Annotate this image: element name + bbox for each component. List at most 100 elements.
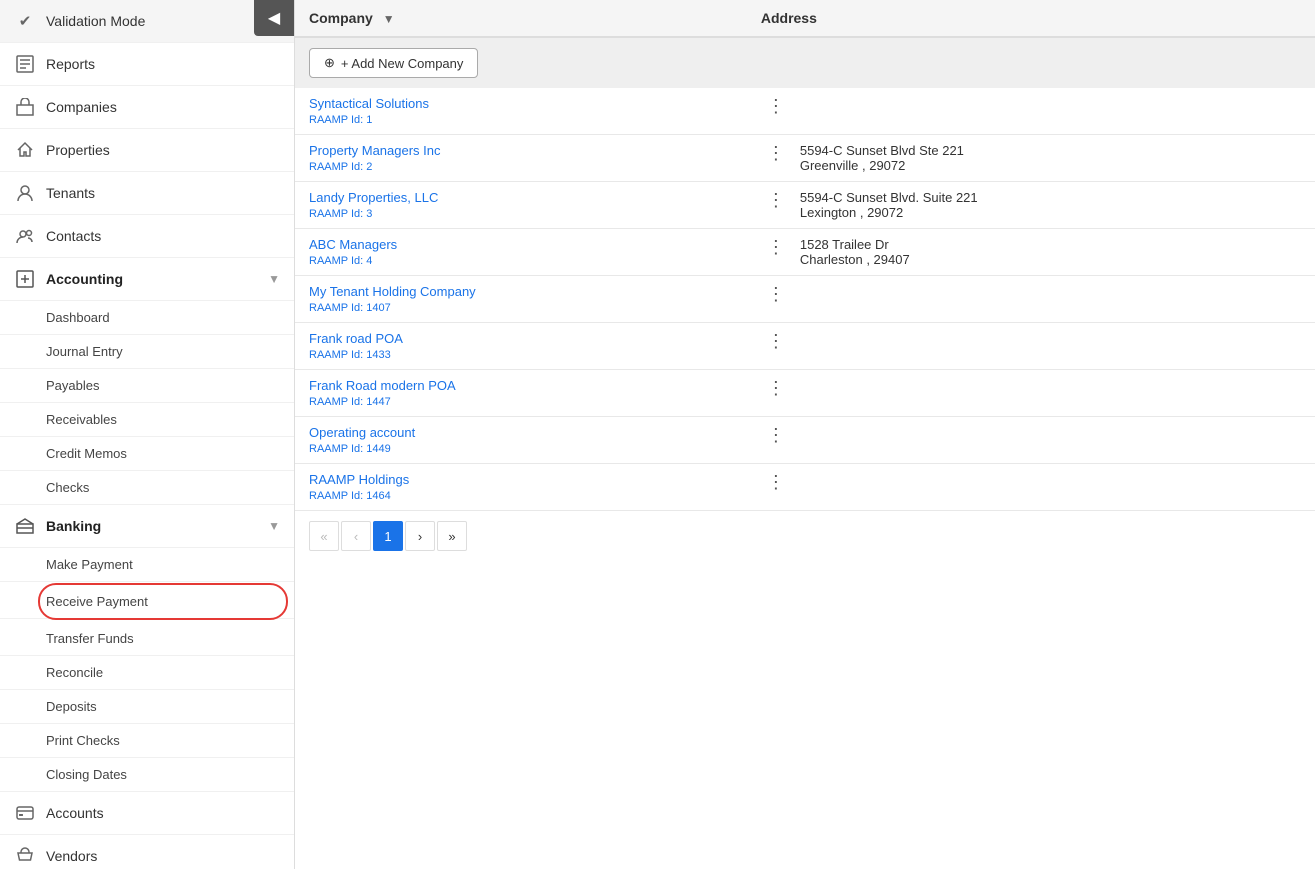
sidebar-item-journal-entry[interactable]: Journal Entry xyxy=(0,335,294,369)
row-menu-button[interactable]: ⋮ xyxy=(761,378,792,398)
vendors-icon xyxy=(14,845,36,867)
sidebar-item-receive-payment[interactable]: Receive Payment xyxy=(0,585,294,619)
properties-icon xyxy=(14,139,36,161)
table-row: Frank road POA RAAMP Id: 1433 ⋮ xyxy=(295,323,1315,370)
company-name[interactable]: Frank road POA xyxy=(309,331,403,346)
sidebar-label-make-payment: Make Payment xyxy=(46,557,133,572)
pagination-page-1[interactable]: 1 xyxy=(373,521,403,551)
tenants-icon xyxy=(14,182,36,204)
reports-icon xyxy=(14,53,36,75)
pagination-first[interactable]: « xyxy=(309,521,339,551)
sidebar-item-reconcile[interactable]: Reconcile xyxy=(0,656,294,690)
row-menu-button[interactable]: ⋮ xyxy=(761,425,792,445)
company-name[interactable]: Frank Road modern POA xyxy=(309,378,456,393)
sidebar-item-print-checks[interactable]: Print Checks xyxy=(0,724,294,758)
sidebar-label-reconcile: Reconcile xyxy=(46,665,103,680)
companies-icon xyxy=(14,96,36,118)
sidebar-label-companies: Companies xyxy=(46,99,280,115)
table-row: ABC Managers RAAMP Id: 4 ⋮ 1528 Trailee … xyxy=(295,229,1315,276)
raamp-id: RAAMP Id: 1447 xyxy=(309,396,391,408)
sidebar-label-payables: Payables xyxy=(46,378,99,393)
pagination-prev[interactable]: ‹ xyxy=(341,521,371,551)
banking-chevron: ▼ xyxy=(268,519,280,533)
sidebar-item-payables[interactable]: Payables xyxy=(0,369,294,403)
raamp-id: RAAMP Id: 1 xyxy=(309,114,372,126)
accounts-icon xyxy=(14,802,36,824)
accounting-chevron: ▼ xyxy=(268,272,280,286)
table-row: My Tenant Holding Company RAAMP Id: 1407… xyxy=(295,276,1315,323)
company-name[interactable]: ABC Managers xyxy=(309,237,397,252)
table-row: Operating account RAAMP Id: 1449 ⋮ xyxy=(295,417,1315,464)
company-name[interactable]: Landy Properties, LLC xyxy=(309,190,438,205)
plus-icon: ⊕ xyxy=(324,55,335,71)
raamp-id: RAAMP Id: 2 xyxy=(309,161,372,173)
sidebar-item-properties[interactable]: Properties xyxy=(0,129,294,172)
sidebar-label-contacts: Contacts xyxy=(46,228,280,244)
company-name[interactable]: RAAMP Holdings xyxy=(309,472,409,487)
row-menu-button[interactable]: ⋮ xyxy=(761,190,792,211)
sidebar-item-reports[interactable]: Reports xyxy=(0,43,294,86)
companies-table: Company ▼ Address ⊕ + Add New Company xyxy=(295,0,1315,561)
main-content: Company ▼ Address ⊕ + Add New Company xyxy=(295,0,1315,869)
sidebar-item-credit-memos[interactable]: Credit Memos xyxy=(0,437,294,471)
accounting-icon xyxy=(14,268,36,290)
sidebar: ◀ ✔ Validation Mode Reports Companies Pr… xyxy=(0,0,295,869)
pagination-next[interactable]: › xyxy=(405,521,435,551)
raamp-id: RAAMP Id: 1464 xyxy=(309,490,391,502)
add-new-company-button[interactable]: ⊕ + Add New Company xyxy=(309,48,478,78)
raamp-id: RAAMP Id: 1433 xyxy=(309,349,391,361)
raamp-id: RAAMP Id: 4 xyxy=(309,255,372,267)
sidebar-item-receivables[interactable]: Receivables xyxy=(0,403,294,437)
sidebar-label-checks: Checks xyxy=(46,480,89,495)
sidebar-label-receive-payment: Receive Payment xyxy=(46,594,148,609)
table-row: Frank Road modern POA RAAMP Id: 1447 ⋮ xyxy=(295,370,1315,417)
company-name[interactable]: Syntactical Solutions xyxy=(309,96,429,111)
sidebar-label-properties: Properties xyxy=(46,142,280,158)
sidebar-item-accounts[interactable]: Accounts xyxy=(0,792,294,835)
sidebar-item-make-payment[interactable]: Make Payment xyxy=(0,548,294,582)
sidebar-item-deposits[interactable]: Deposits xyxy=(0,690,294,724)
sidebar-label-accounting: Accounting xyxy=(46,271,268,287)
sidebar-label-vendors: Vendors xyxy=(46,848,280,864)
address: 1528 Trailee Dr Charleston , 29407 xyxy=(800,237,910,267)
row-menu-button[interactable]: ⋮ xyxy=(761,331,792,351)
sidebar-label-tenants: Tenants xyxy=(46,185,280,201)
pagination-last[interactable]: » xyxy=(437,521,467,551)
row-menu-button[interactable]: ⋮ xyxy=(761,284,792,304)
sidebar-item-companies[interactable]: Companies xyxy=(0,86,294,129)
row-menu-button[interactable]: ⋮ xyxy=(761,96,792,116)
company-name[interactable]: Operating account xyxy=(309,425,415,440)
add-company-row: ⊕ + Add New Company xyxy=(295,37,1315,88)
row-menu-button[interactable]: ⋮ xyxy=(761,472,792,492)
sidebar-label-validation-mode: Validation Mode xyxy=(46,13,280,29)
table-row: Landy Properties, LLC RAAMP Id: 3 ⋮ 5594… xyxy=(295,182,1315,229)
address: 5594-C Sunset Blvd Ste 221 Greenville , … xyxy=(800,143,964,173)
sidebar-label-closing-dates: Closing Dates xyxy=(46,767,127,782)
sidebar-item-dashboard[interactable]: Dashboard xyxy=(0,301,294,335)
sidebar-item-checks[interactable]: Checks xyxy=(0,471,294,505)
sidebar-item-accounting[interactable]: Accounting ▼ xyxy=(0,258,294,301)
sidebar-item-vendors[interactable]: Vendors xyxy=(0,835,294,869)
sidebar-label-print-checks: Print Checks xyxy=(46,733,120,748)
filter-icon[interactable]: ▼ xyxy=(383,12,395,26)
back-button[interactable]: ◀ xyxy=(254,0,294,36)
address: 5594-C Sunset Blvd. Suite 221 Lexington … xyxy=(800,190,978,220)
sidebar-item-transfer-funds[interactable]: Transfer Funds xyxy=(0,622,294,656)
sidebar-label-accounts: Accounts xyxy=(46,805,280,821)
sidebar-item-banking[interactable]: Banking ▼ xyxy=(0,505,294,548)
raamp-id: RAAMP Id: 3 xyxy=(309,208,372,220)
pagination-row: « ‹ 1 › » xyxy=(295,511,1315,562)
company-name[interactable]: My Tenant Holding Company xyxy=(309,284,476,299)
pagination: « ‹ 1 › » xyxy=(295,511,1315,561)
row-menu-button[interactable]: ⋮ xyxy=(761,237,792,258)
sidebar-item-contacts[interactable]: Contacts xyxy=(0,215,294,258)
sidebar-item-closing-dates[interactable]: Closing Dates xyxy=(0,758,294,792)
table-row: RAAMP Holdings RAAMP Id: 1464 ⋮ xyxy=(295,464,1315,511)
sidebar-label-reports: Reports xyxy=(46,56,280,72)
sidebar-item-tenants[interactable]: Tenants xyxy=(0,172,294,215)
table-container: Company ▼ Address ⊕ + Add New Company xyxy=(295,0,1315,869)
company-name[interactable]: Property Managers Inc xyxy=(309,143,441,158)
column-header-company: Company ▼ xyxy=(295,0,747,37)
sidebar-item-validation-mode[interactable]: ✔ Validation Mode xyxy=(0,0,294,43)
row-menu-button[interactable]: ⋮ xyxy=(761,143,792,164)
